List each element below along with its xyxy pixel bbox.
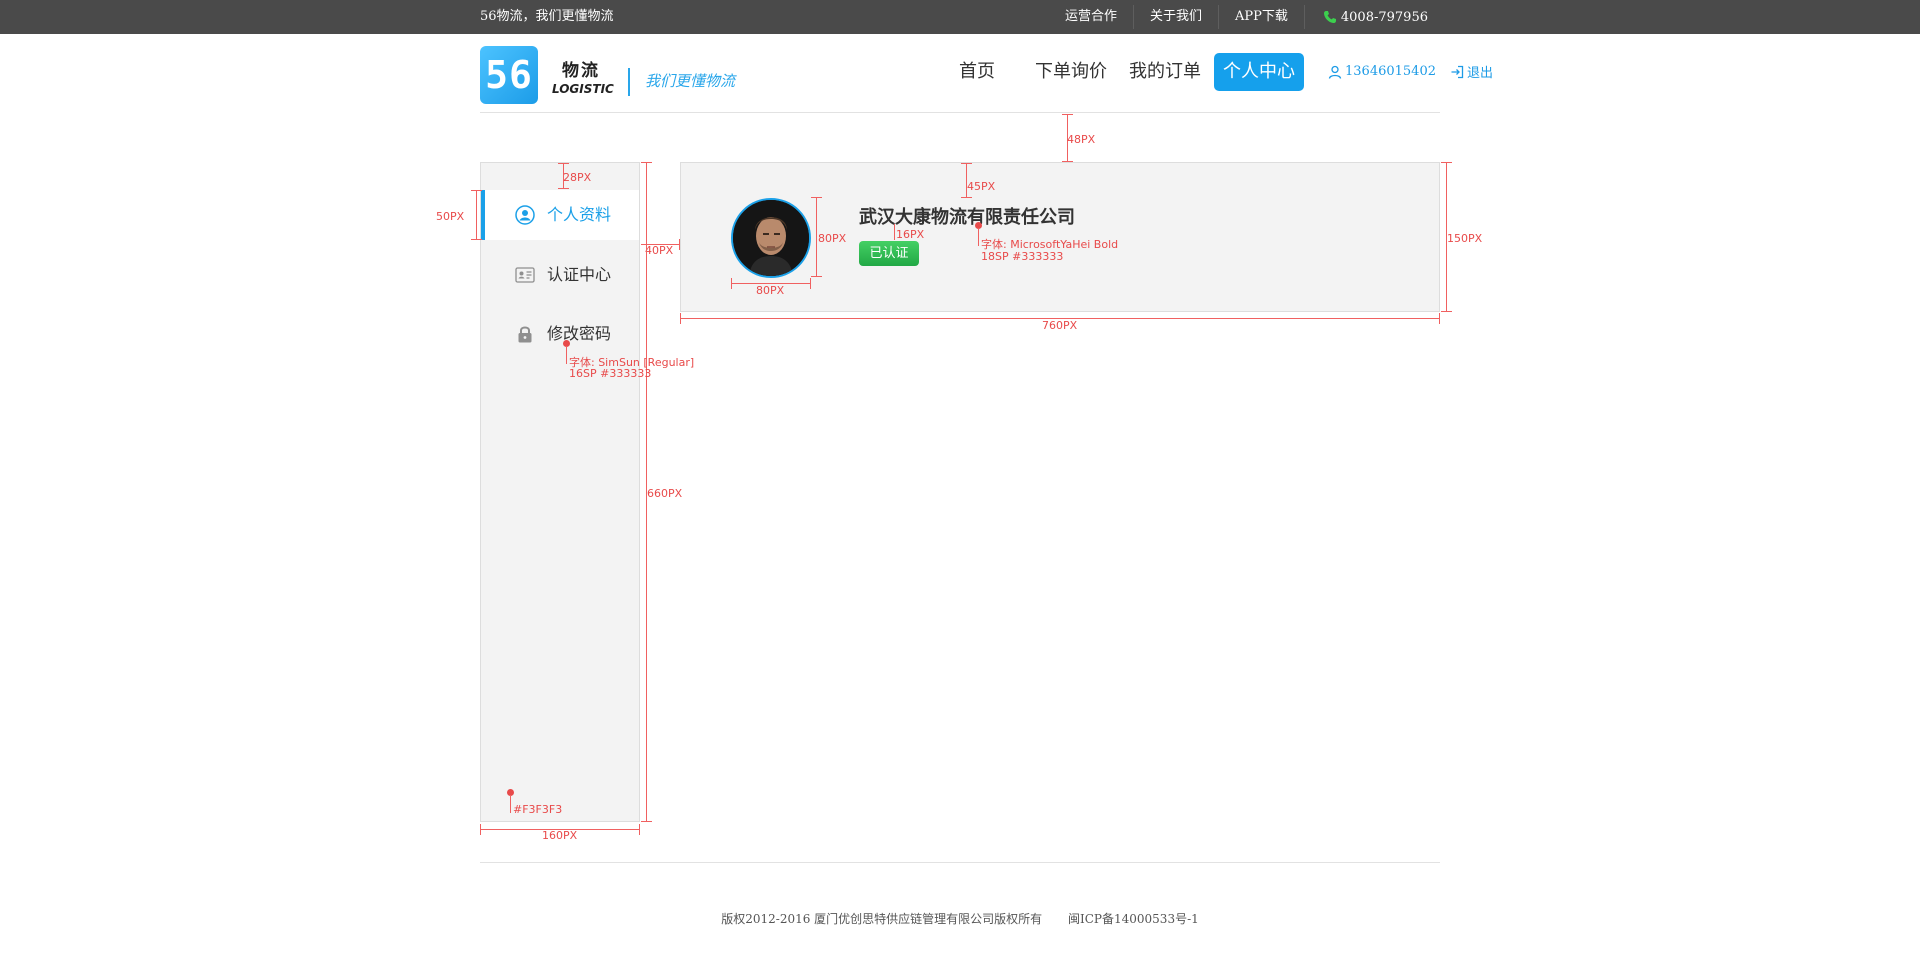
logo-cn-text: 物流 [562,61,600,81]
nav-home[interactable]: 首页 [950,53,1004,91]
top-link-app-download[interactable]: APP下载 [1219,0,1304,34]
measure-line [894,224,895,240]
measure-label: 760PX [1042,319,1078,332]
footer-divider [480,862,1440,863]
measure-line [961,197,972,198]
lock-icon [518,326,532,343]
measure-label: 40PX [645,244,674,257]
top-link-cooperation[interactable]: 运营合作 [1049,0,1133,34]
top-link-about[interactable]: 关于我们 [1134,0,1218,34]
phone-icon [1323,11,1336,23]
measure-line [1062,161,1073,162]
company-name: 武汉大康物流有限责任公司 [859,207,1075,228]
measure-line [961,163,972,164]
logout-link[interactable]: 退出 [1450,62,1493,81]
nav-my-orders[interactable]: 我的订单 [1120,53,1210,91]
measure-label: 28PX [563,171,592,184]
measure-line [811,276,822,277]
measure-line [680,313,681,324]
measure-label: #F3F3F3 [513,803,563,816]
logout-icon [1451,65,1464,78]
font-note: 16SP #333333 [569,367,652,380]
measure-line [679,239,680,250]
measure-label: 16PX [896,228,925,241]
nav-personal-center[interactable]: 个人中心 [1214,53,1304,91]
measure-label: 660PX [647,487,683,500]
measure-line [558,188,569,189]
user-icon [1328,65,1342,79]
hotline-number: 4008-797956 [1340,9,1428,25]
logo-slogan: 我们更懂物流 [645,72,736,90]
id-card-icon [515,267,535,283]
logo-mark[interactable]: 56 [480,46,538,104]
top-links: 运营合作 关于我们 APP下载 4008-797956 [1049,0,1432,34]
sidebar-item-profile[interactable]: 个人资料 [481,190,639,240]
measure-line [639,824,640,835]
hotline: 4008-797956 [1305,10,1432,25]
verified-badge: 已认证 [859,241,919,266]
measure-line [510,795,511,813]
measure-line [731,278,732,289]
avatar[interactable] [731,198,811,278]
measure-line [480,824,481,835]
measure-line [1439,313,1440,324]
measure-label: 80PX [818,232,847,245]
measure-label: 80PX [756,284,785,297]
top-bar: 56物流，我们更懂物流 运营合作 关于我们 APP下载 4008-797956 [0,0,1920,34]
footer-copyright: 版权2012-2016 厦门优创思特供应链管理有限公司版权所有 [721,912,1043,926]
sidebar-item-label: 修改密码 [547,324,612,343]
site-header: 56 物流 LOGISTIC 我们更懂物流 首页 下单询价 我的订单 个人中心 … [480,34,1493,113]
measure-line [1441,311,1452,312]
measure-line [1441,162,1452,163]
site-footer: 版权2012-2016 厦门优创思特供应链管理有限公司版权所有 闽ICP备140… [0,910,1920,927]
measure-line [1062,114,1073,115]
measure-line [816,197,817,277]
user-phone: 13646015402 [1345,64,1436,79]
measure-line [566,346,567,364]
measure-line [471,239,482,240]
sidebar-item-change-password[interactable]: 修改密码 [481,309,639,359]
sidebar-item-verification[interactable]: 认证中心 [481,250,639,300]
measure-label: 45PX [967,180,996,193]
measure-label: 48PX [1067,133,1096,146]
logo-en-text: LOGISTIC [552,82,614,96]
measure-line [810,278,811,289]
top-slogan: 56物流，我们更懂物流 [480,9,614,24]
measure-line [978,228,979,246]
measure-label: 160PX [542,829,578,842]
sidebar-item-label: 认证中心 [547,265,612,284]
logout-label: 退出 [1466,66,1493,81]
measure-line [811,197,822,198]
nav-quote[interactable]: 下单询价 [1026,53,1116,91]
logo-divider [628,68,630,96]
user-account-link[interactable]: 13646015402 [1328,64,1436,79]
sidebar-item-label: 个人资料 [547,205,612,224]
avatar-photo [733,200,809,276]
measure-line [641,162,652,163]
font-note: 18SP #333333 [981,250,1064,263]
measure-line [558,163,569,164]
measure-label: 150PX [1447,232,1483,245]
sidebar: 个人资料 认证中心 修改密码 [480,162,640,822]
user-area: 13646015402 退出 [1328,62,1493,81]
user-circle-icon [515,205,535,225]
measure-line [641,821,652,822]
main-nav: 首页 下单询价 我的订单 个人中心 [950,53,1308,91]
measure-line [471,190,482,191]
measure-line [476,190,477,240]
footer-icp[interactable]: 闽ICP备14000533号-1 [1068,912,1199,926]
measure-label: 50PX [436,210,465,223]
